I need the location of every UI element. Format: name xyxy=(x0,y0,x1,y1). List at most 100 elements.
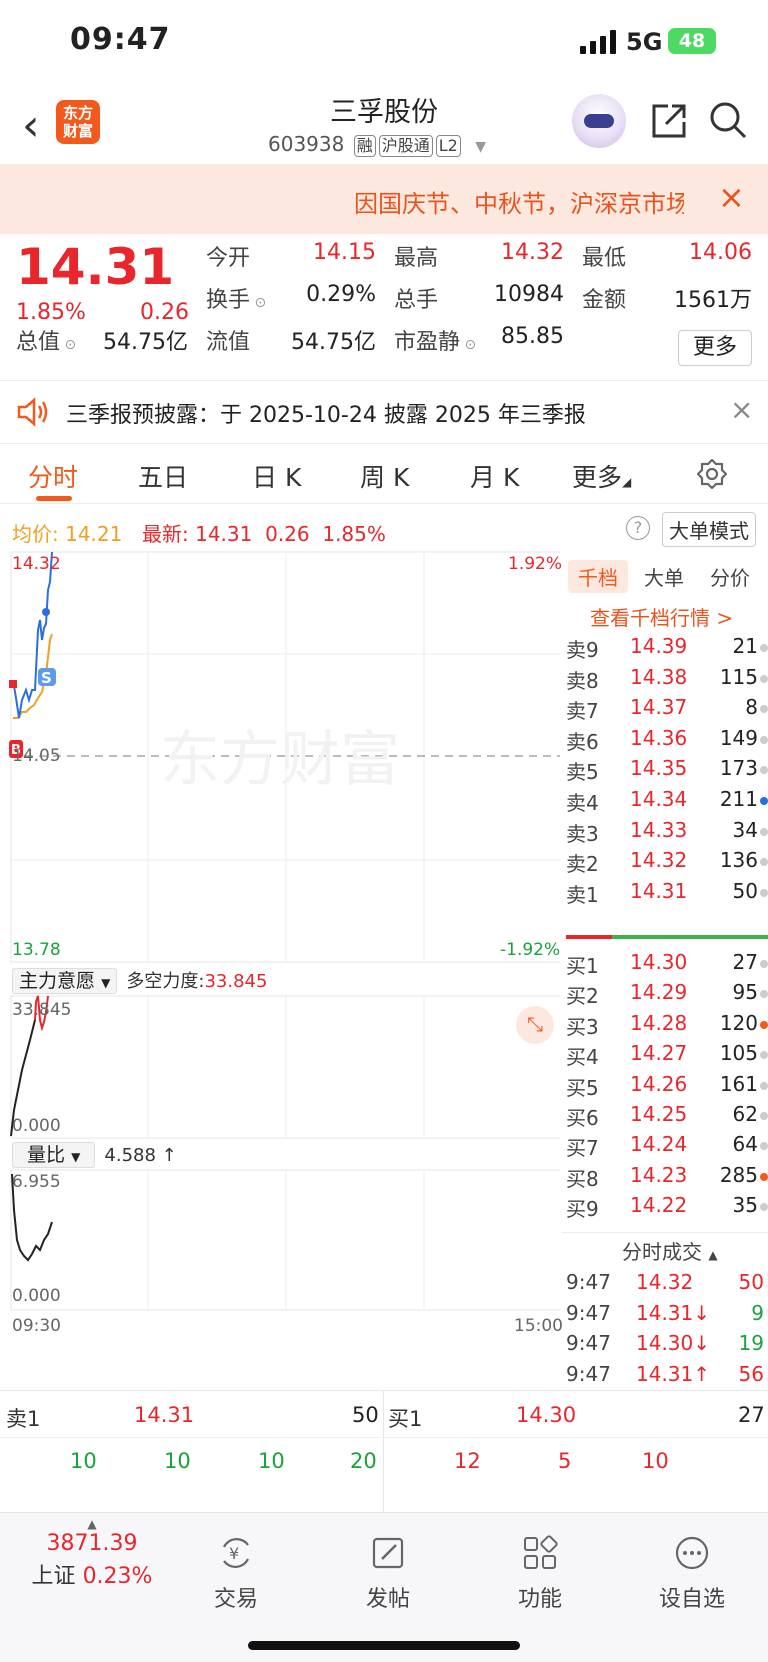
assistant-robot-icon[interactable] xyxy=(572,94,626,148)
level-label: 买5 xyxy=(566,1075,599,1100)
change-amount: 0.26 xyxy=(140,300,189,325)
level-label: 卖1 xyxy=(566,882,599,907)
indicator2-dropdown[interactable]: 量比 ▼ xyxy=(12,1142,96,1168)
buy-row[interactable]: 买3 14.28 120 xyxy=(566,1011,768,1043)
turnover-label: 换手 ⊙ xyxy=(206,288,267,313)
level-label: 卖5 xyxy=(566,760,599,785)
level-marker xyxy=(760,888,768,897)
sell-row[interactable]: 卖4 14.34 211 xyxy=(566,787,768,819)
sell-split-qty: 10 xyxy=(164,1449,191,1473)
level-marker xyxy=(760,705,768,714)
index-ticker[interactable]: ▲ 3871.39 上证 0.23% xyxy=(22,1517,162,1590)
sell-row[interactable]: 卖8 14.38 115 xyxy=(566,665,768,697)
level-price: 14.25 xyxy=(630,1102,688,1126)
sell-row[interactable]: 卖5 14.35 173 xyxy=(566,756,768,788)
back-button[interactable]: ‹ xyxy=(22,100,40,151)
amount-label: 金额 xyxy=(582,288,627,313)
status-time: 09:47 xyxy=(70,22,171,57)
close-icon[interactable]: × xyxy=(730,393,753,426)
tag-connect: 沪股通 xyxy=(378,135,433,157)
depth-link[interactable]: 查看千档行情 > xyxy=(590,602,733,631)
sell-row[interactable]: 卖3 14.33 34 xyxy=(566,818,768,850)
help-icon[interactable]: ? xyxy=(626,516,650,540)
index-pct: 0.23% xyxy=(82,1564,153,1589)
sell-row[interactable]: 卖9 14.39 21 xyxy=(566,634,768,666)
level-label: 买3 xyxy=(566,1014,599,1039)
level-marker xyxy=(760,960,768,968)
level-label: 卖2 xyxy=(566,852,599,877)
big-order-mode-button[interactable]: 大单模式 xyxy=(662,512,756,547)
level-qty: 34 xyxy=(732,817,758,842)
level-qty: 161 xyxy=(719,1071,758,1096)
y-axis-min-pct: -1.92% xyxy=(500,940,561,960)
buy-row[interactable]: 买2 14.29 95 xyxy=(566,980,768,1012)
tab-5day[interactable]: 五日 xyxy=(138,458,188,494)
intraday-chart[interactable]: 东方财富 S B 14.32 1.92% 14.05 13.78 -1.92% … xyxy=(0,550,563,1390)
level-price: 14.22 xyxy=(630,1193,688,1218)
level-label: 卖6 xyxy=(566,729,599,754)
nav-functions[interactable]: 功能 xyxy=(480,1533,600,1613)
nav-post[interactable]: 发帖 xyxy=(328,1533,448,1613)
sell-row[interactable]: 卖6 14.36 149 xyxy=(566,726,768,758)
level-marker xyxy=(760,644,768,652)
low-value: 14.06 xyxy=(689,240,752,265)
buy-row[interactable]: 买4 14.27 105 xyxy=(566,1041,768,1073)
level-qty: 173 xyxy=(719,756,758,781)
gear-icon[interactable] xyxy=(696,458,728,490)
nav-add-watchlist[interactable]: 设自选 xyxy=(632,1533,752,1613)
tab-big-order[interactable]: 大单 xyxy=(644,562,684,591)
stock-code: 603938 xyxy=(268,132,345,156)
bq-buy-price: 14.30 xyxy=(516,1403,577,1427)
indicator1-dropdown[interactable]: 主力意愿 ▼ xyxy=(12,968,118,994)
buy-row[interactable]: 买7 14.24 64 xyxy=(566,1132,768,1164)
level-qty: 21 xyxy=(732,634,758,658)
battery-icon: 48 xyxy=(668,28,716,54)
level-price: 14.30 xyxy=(630,950,688,974)
search-icon[interactable] xyxy=(708,100,748,140)
nav-trade[interactable]: ¥ 交易 xyxy=(176,1533,296,1613)
tag-l2: L2 xyxy=(435,135,461,157)
sell-row[interactable]: 卖1 14.31 50 xyxy=(566,879,768,911)
buy-row[interactable]: 买9 14.22 35 xyxy=(566,1193,768,1225)
buy-row[interactable]: 买6 14.25 62 xyxy=(566,1102,768,1134)
level-price: 14.23 xyxy=(630,1162,688,1187)
bq-buy-qty: 27 xyxy=(738,1403,765,1427)
tab-depth[interactable]: 千档 xyxy=(568,560,628,593)
indicator2-value: 4.588 ↑ xyxy=(104,1145,177,1166)
tab-intraday[interactable]: 分时 xyxy=(28,458,78,494)
caret-down-icon[interactable]: ▼ xyxy=(475,139,486,155)
notice-text: 因国庆节、中秋节，沪深京市场 xyxy=(354,190,684,218)
sell-row[interactable]: 卖2 14.32 136 xyxy=(566,848,768,880)
sell-row[interactable]: 卖7 14.37 8 xyxy=(566,695,768,727)
tab-price-split[interactable]: 分价 xyxy=(710,562,750,591)
level-price: 14.32 xyxy=(630,848,688,873)
buy-row[interactable]: 买8 14.23 285 xyxy=(566,1163,768,1195)
share-icon[interactable] xyxy=(650,102,688,140)
tick-price: 14.30↓ xyxy=(636,1331,711,1355)
level-qty: 115 xyxy=(719,664,758,689)
buy-row[interactable]: 买1 14.30 27 xyxy=(566,950,768,982)
tab-daily-k[interactable]: 日 K xyxy=(252,458,301,494)
holiday-notice-banner[interactable]: 因国庆节、中秋节，沪深京市场 × xyxy=(0,164,768,234)
y-axis-min: 13.78 xyxy=(12,940,61,960)
expand-icon[interactable]: ⤡ xyxy=(516,1006,554,1044)
tab-monthly-k[interactable]: 月 K xyxy=(470,458,519,494)
y-axis-max-pct: 1.92% xyxy=(508,554,563,574)
tab-weekly-k[interactable]: 周 K xyxy=(360,458,409,494)
buy-row[interactable]: 买5 14.26 161 xyxy=(566,1072,768,1104)
speaker-icon xyxy=(17,397,48,427)
edit-icon xyxy=(372,1537,404,1569)
level-qty: 211 xyxy=(719,787,758,811)
tick-qty: 9 xyxy=(751,1300,764,1325)
more-button[interactable]: 更多 xyxy=(678,330,752,366)
tick-time: 9:47 xyxy=(566,1300,611,1325)
level-qty: 149 xyxy=(719,725,758,750)
sell-split-qty: 10 xyxy=(70,1449,97,1473)
tab-more[interactable]: 更多◢ xyxy=(572,458,631,494)
close-icon[interactable]: × xyxy=(718,178,745,216)
ticks-title[interactable]: 分时成交 ▲ xyxy=(622,1236,718,1265)
level-marker xyxy=(760,797,768,805)
report-announcement[interactable]: 三季报预披露：于 2025-10-24 披露 2025 年三季报 × xyxy=(0,380,768,444)
volume-value: 10984 xyxy=(494,282,564,307)
tick-price: 14.31↑ xyxy=(636,1361,711,1386)
